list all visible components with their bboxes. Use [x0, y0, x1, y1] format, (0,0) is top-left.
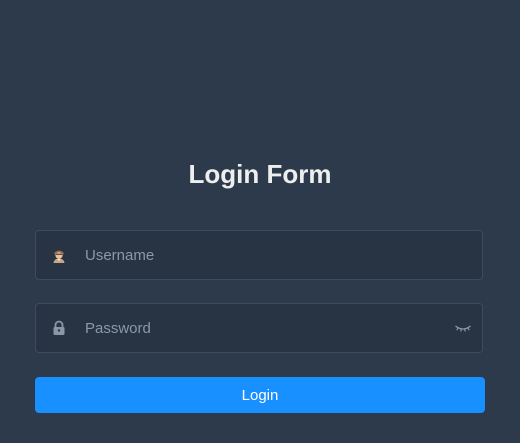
username-input[interactable] [85, 231, 455, 279]
user-avatar-icon [51, 247, 67, 263]
lock-icon [51, 320, 67, 336]
login-button[interactable]: Login [35, 377, 485, 413]
password-input[interactable] [85, 304, 455, 352]
eye-closed-icon[interactable] [454, 320, 472, 336]
password-field[interactable] [35, 303, 483, 353]
login-form-title: Login Form [188, 159, 332, 189]
username-field[interactable] [35, 230, 483, 280]
